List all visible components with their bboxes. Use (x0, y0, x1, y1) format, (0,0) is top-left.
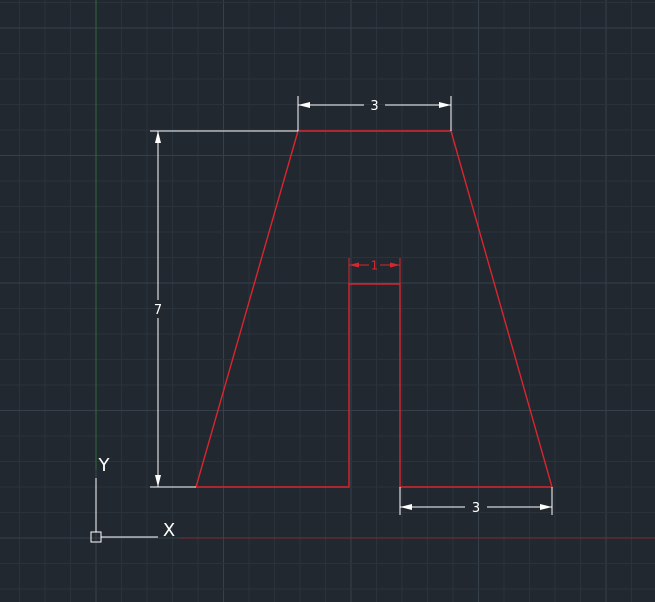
ucs-y-label: Y (98, 455, 111, 476)
model-space-viewport[interactable]: 3 7 1 3 Y X (0, 0, 655, 602)
dimension-arrow-top (155, 131, 161, 143)
dimension-arrow-right (439, 102, 451, 108)
dimension-arrow-right (540, 504, 552, 510)
drawing-canvas[interactable]: 3 7 1 3 Y X (0, 0, 655, 602)
drawing-grid (0, 0, 655, 602)
dimension-top-width[interactable]: 3 (297, 96, 452, 131)
dimension-slot-width[interactable]: 1 (348, 258, 401, 284)
dimension-bottom-right-width-text: 3 (472, 501, 480, 516)
ucs-icon[interactable]: Y X (90, 455, 175, 543)
dimension-top-width-text: 3 (370, 99, 378, 114)
dimension-arrow-bottom (155, 475, 161, 487)
dimension-arrow-right (390, 262, 400, 268)
dimension-height-text: 7 (154, 303, 162, 318)
dimension-slot-width-text: 1 (371, 259, 379, 273)
ucs-x-label: X (163, 520, 175, 541)
